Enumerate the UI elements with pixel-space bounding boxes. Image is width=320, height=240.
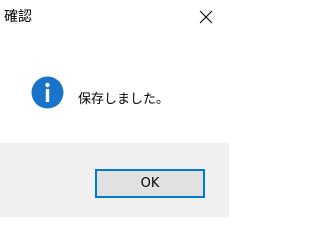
dialog-content: 保存しました。 (0, 36, 229, 143)
close-button[interactable] (183, 0, 229, 34)
info-icon (31, 76, 64, 109)
dialog-title: 確認 (4, 9, 32, 25)
dialog-footer: OK (0, 143, 229, 217)
message-dialog: 確認 保存しました。 OK (0, 0, 229, 217)
ok-button[interactable]: OK (95, 169, 205, 198)
dialog-message: 保存しました。 (78, 92, 170, 107)
title-bar: 確認 (0, 0, 229, 36)
close-icon (199, 10, 213, 24)
